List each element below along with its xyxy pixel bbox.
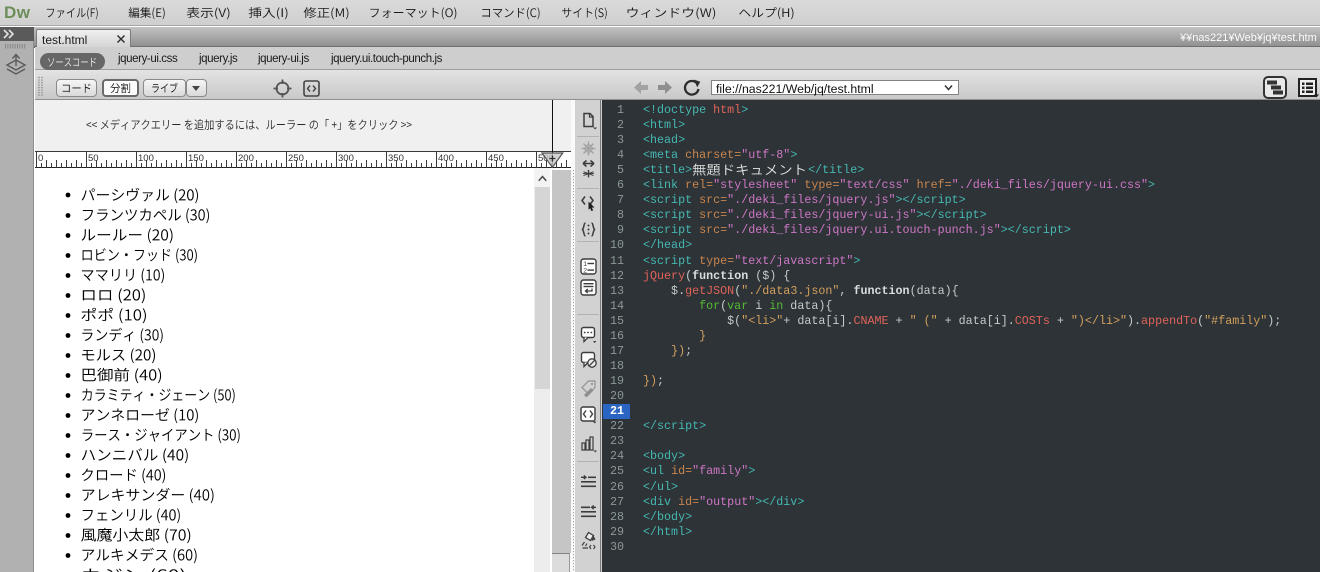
svg-text:350: 350 — [388, 153, 404, 164]
svg-text:250: 250 — [288, 153, 304, 164]
svg-text:450: 450 — [488, 153, 504, 164]
svg-text:150: 150 — [188, 153, 204, 164]
svg-text:200: 200 — [238, 153, 254, 164]
svg-text:400: 400 — [438, 153, 454, 164]
svg-text:100: 100 — [138, 153, 154, 164]
svg-text:300: 300 — [338, 153, 354, 164]
svg-text:50: 50 — [88, 153, 99, 164]
svg-text:2: 2 — [583, 268, 587, 275]
svg-text:0: 0 — [38, 153, 43, 164]
